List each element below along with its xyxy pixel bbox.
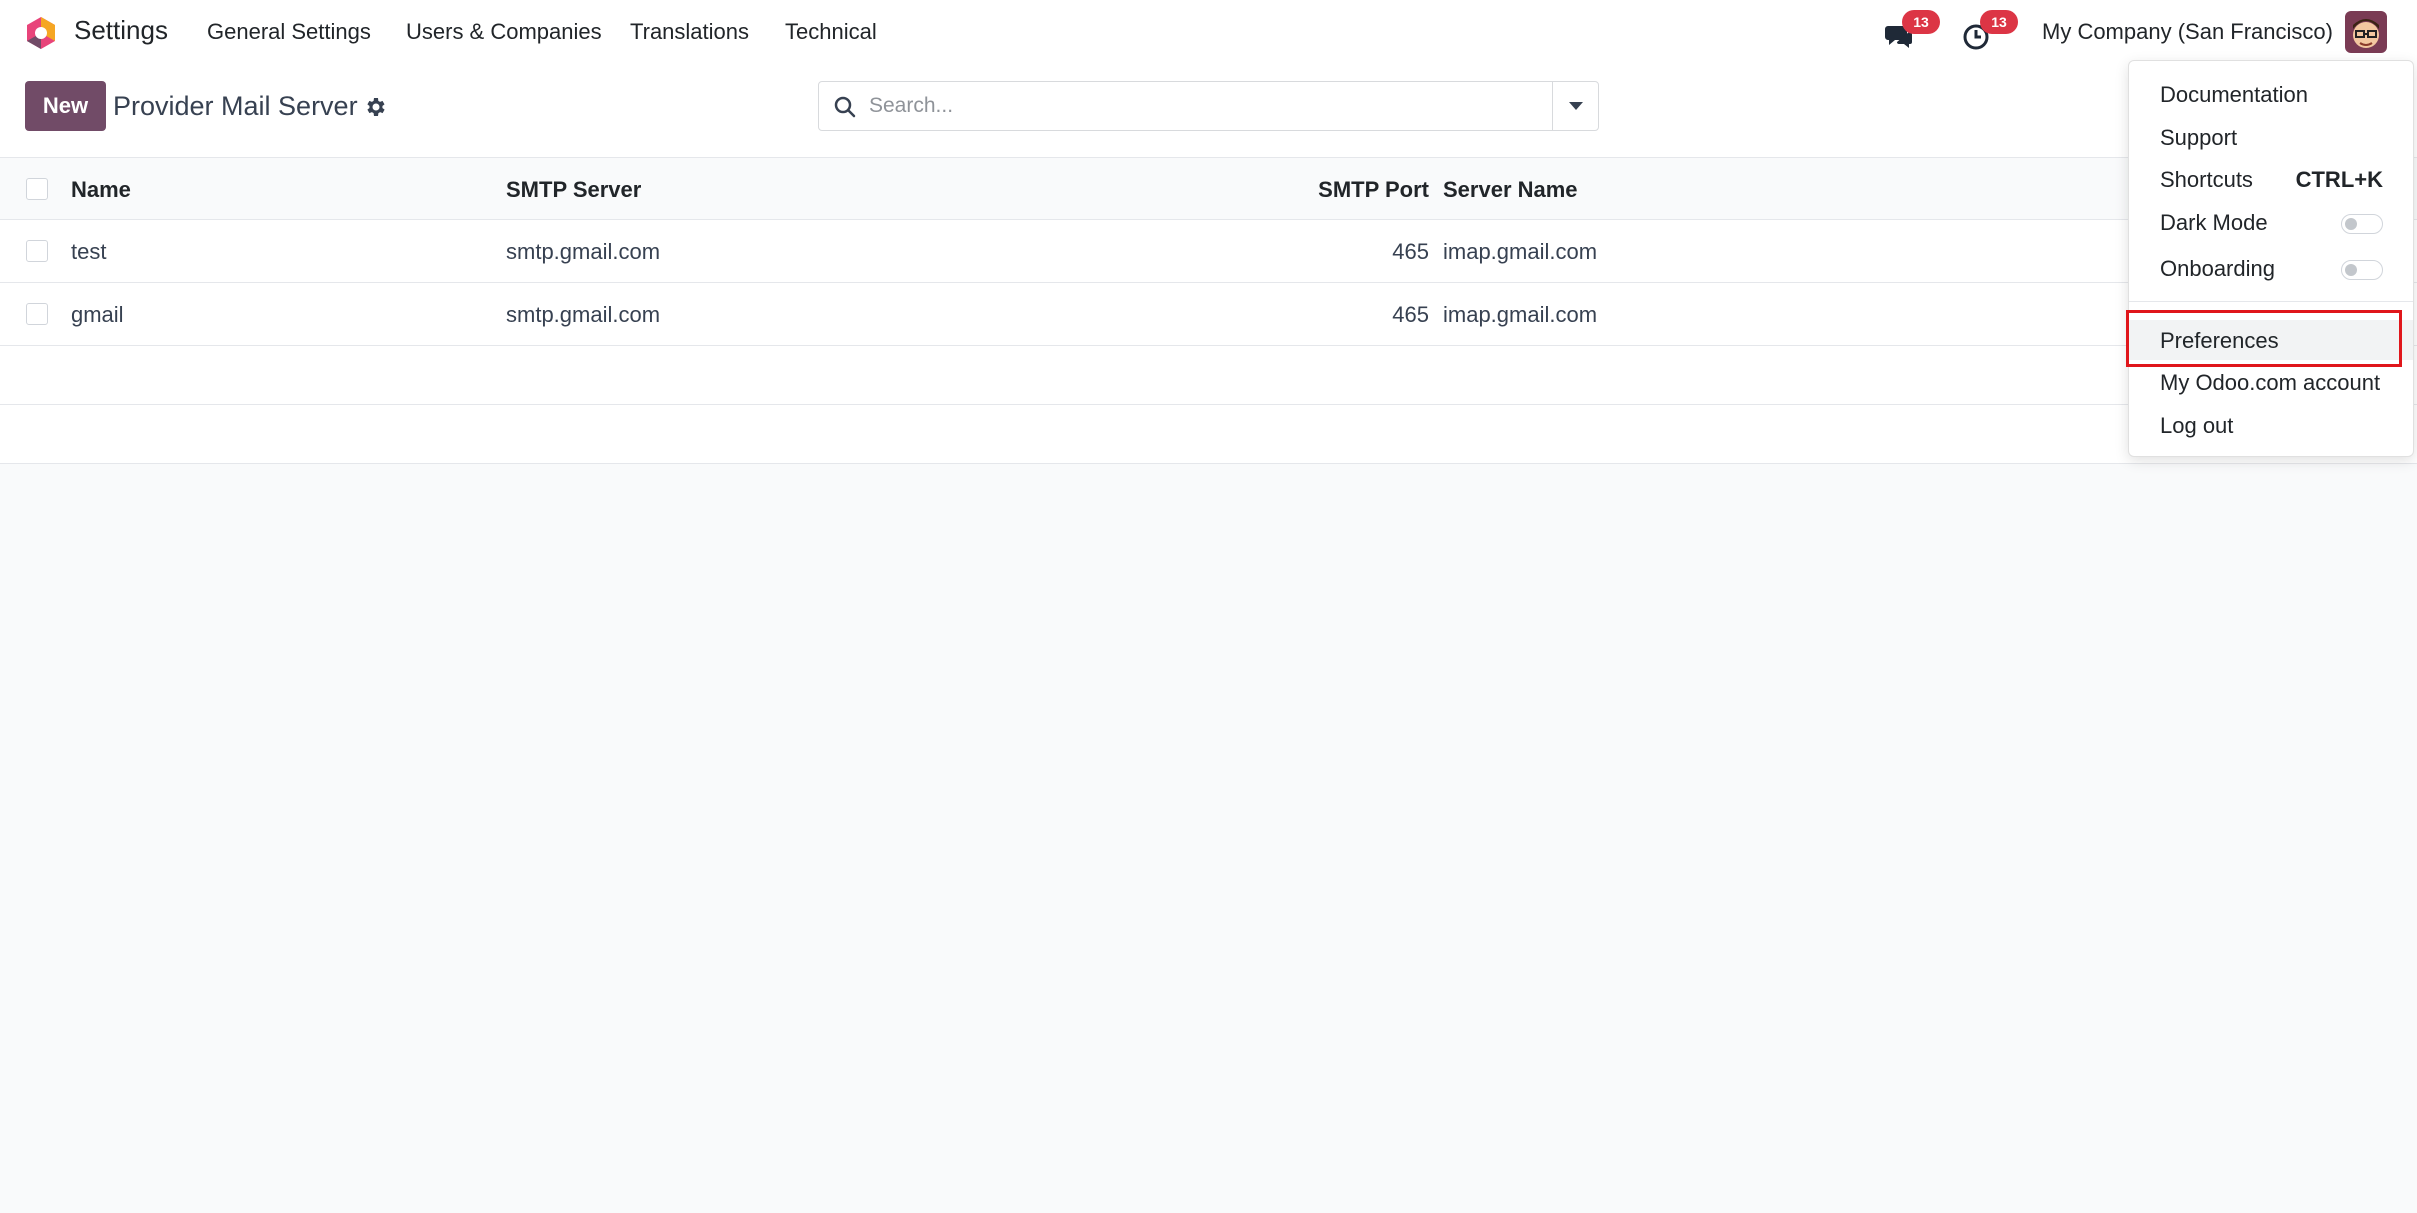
- caret-down-icon: [1569, 102, 1583, 110]
- menu-general-settings[interactable]: General Settings: [207, 19, 371, 45]
- menu-item-preferences[interactable]: Preferences: [2129, 320, 2413, 360]
- cell-smtp-port: 465: [1392, 302, 1429, 327]
- onboarding-toggle[interactable]: [2341, 260, 2383, 280]
- menu-item-label: Log out: [2160, 413, 2234, 438]
- mail-server-list: Name SMTP Server SMTP Port Server Name t…: [0, 158, 2417, 464]
- menu-translations[interactable]: Translations: [630, 19, 749, 45]
- toggle-knob: [2345, 264, 2357, 276]
- menu-item-dark-mode[interactable]: Dark Mode: [2129, 202, 2413, 242]
- empty-row: [0, 346, 2417, 405]
- row-checkbox[interactable]: [26, 303, 48, 325]
- menu-item-label: Documentation: [2160, 82, 2308, 107]
- menu-item-logout[interactable]: Log out: [2129, 405, 2413, 445]
- row-checkbox[interactable]: [26, 240, 48, 262]
- odoo-logo-icon[interactable]: [24, 16, 58, 50]
- app-name[interactable]: Settings: [74, 15, 168, 46]
- gear-icon[interactable]: [363, 95, 387, 119]
- toggle-knob: [2345, 218, 2357, 230]
- column-header-server-name[interactable]: Server Name: [1443, 177, 1578, 203]
- cell-smtp-server: smtp.gmail.com: [506, 302, 661, 327]
- menu-users-companies[interactable]: Users & Companies: [406, 19, 602, 45]
- search-options-toggle[interactable]: [1552, 82, 1598, 130]
- search-icon: [834, 96, 856, 118]
- empty-row: [0, 405, 2417, 464]
- avatar-image: [2345, 11, 2387, 53]
- dark-mode-toggle[interactable]: [2341, 214, 2383, 234]
- company-switcher[interactable]: My Company (San Francisco): [2042, 19, 2333, 45]
- column-header-smtp-server[interactable]: SMTP Server: [506, 177, 641, 203]
- shortcut-key: CTRL+K: [2295, 167, 2383, 192]
- menu-item-label: Shortcuts: [2160, 167, 2253, 192]
- cell-smtp-server: smtp.gmail.com: [506, 239, 661, 264]
- menu-item-label: Preferences: [2160, 328, 2279, 353]
- cell-name: gmail: [71, 302, 124, 327]
- menu-item-label: Support: [2160, 125, 2238, 150]
- list-header: Name SMTP Server SMTP Port Server Name: [0, 158, 2417, 220]
- table-row[interactable]: gmail smtp.gmail.com 465 imap.gmail.com: [0, 283, 2417, 346]
- cell-name: test: [71, 239, 107, 264]
- search-input[interactable]: [869, 88, 1519, 124]
- column-header-smtp-port[interactable]: SMTP Port: [1318, 177, 1429, 203]
- avatar[interactable]: [2345, 11, 2387, 53]
- menu-divider: [2129, 301, 2413, 302]
- messages-button[interactable]: 13: [1882, 10, 1940, 50]
- menu-item-label: Dark Mode: [2160, 210, 2268, 235]
- top-navbar: Settings General Settings Users & Compan…: [0, 0, 2417, 64]
- menu-item-label: Onboarding: [2160, 256, 2275, 281]
- cell-server-name: imap.gmail.com: [1443, 302, 1598, 327]
- cell-server-name: imap.gmail.com: [1443, 239, 1598, 264]
- column-header-name[interactable]: Name: [71, 177, 131, 203]
- menu-item-odoo-account[interactable]: My Odoo.com account: [2129, 362, 2413, 402]
- activities-button[interactable]: 13: [1960, 10, 2018, 50]
- menu-item-onboarding[interactable]: Onboarding: [2129, 248, 2413, 288]
- menu-technical[interactable]: Technical: [785, 19, 877, 45]
- control-panel: New Provider Mail Server: [0, 64, 2417, 158]
- activities-badge: 13: [1980, 10, 2018, 34]
- page: Settings General Settings Users & Compan…: [0, 0, 2417, 1213]
- messages-badge: 13: [1902, 10, 1940, 34]
- menu-item-support[interactable]: Support: [2129, 117, 2413, 157]
- table-row[interactable]: test smtp.gmail.com 465 imap.gmail.com: [0, 220, 2417, 283]
- menu-item-documentation[interactable]: Documentation: [2129, 74, 2413, 114]
- page-title: Provider Mail Server: [113, 91, 358, 121]
- select-all-checkbox[interactable]: [26, 178, 48, 200]
- cell-smtp-port: 465: [1392, 239, 1429, 264]
- search-box: [818, 81, 1599, 131]
- user-menu-dropdown: Documentation Support Shortcuts CTRL+K D…: [2128, 60, 2414, 457]
- menu-item-label: My Odoo.com account: [2160, 370, 2381, 395]
- menu-item-shortcuts[interactable]: Shortcuts CTRL+K: [2129, 159, 2413, 199]
- new-button[interactable]: New: [25, 81, 106, 131]
